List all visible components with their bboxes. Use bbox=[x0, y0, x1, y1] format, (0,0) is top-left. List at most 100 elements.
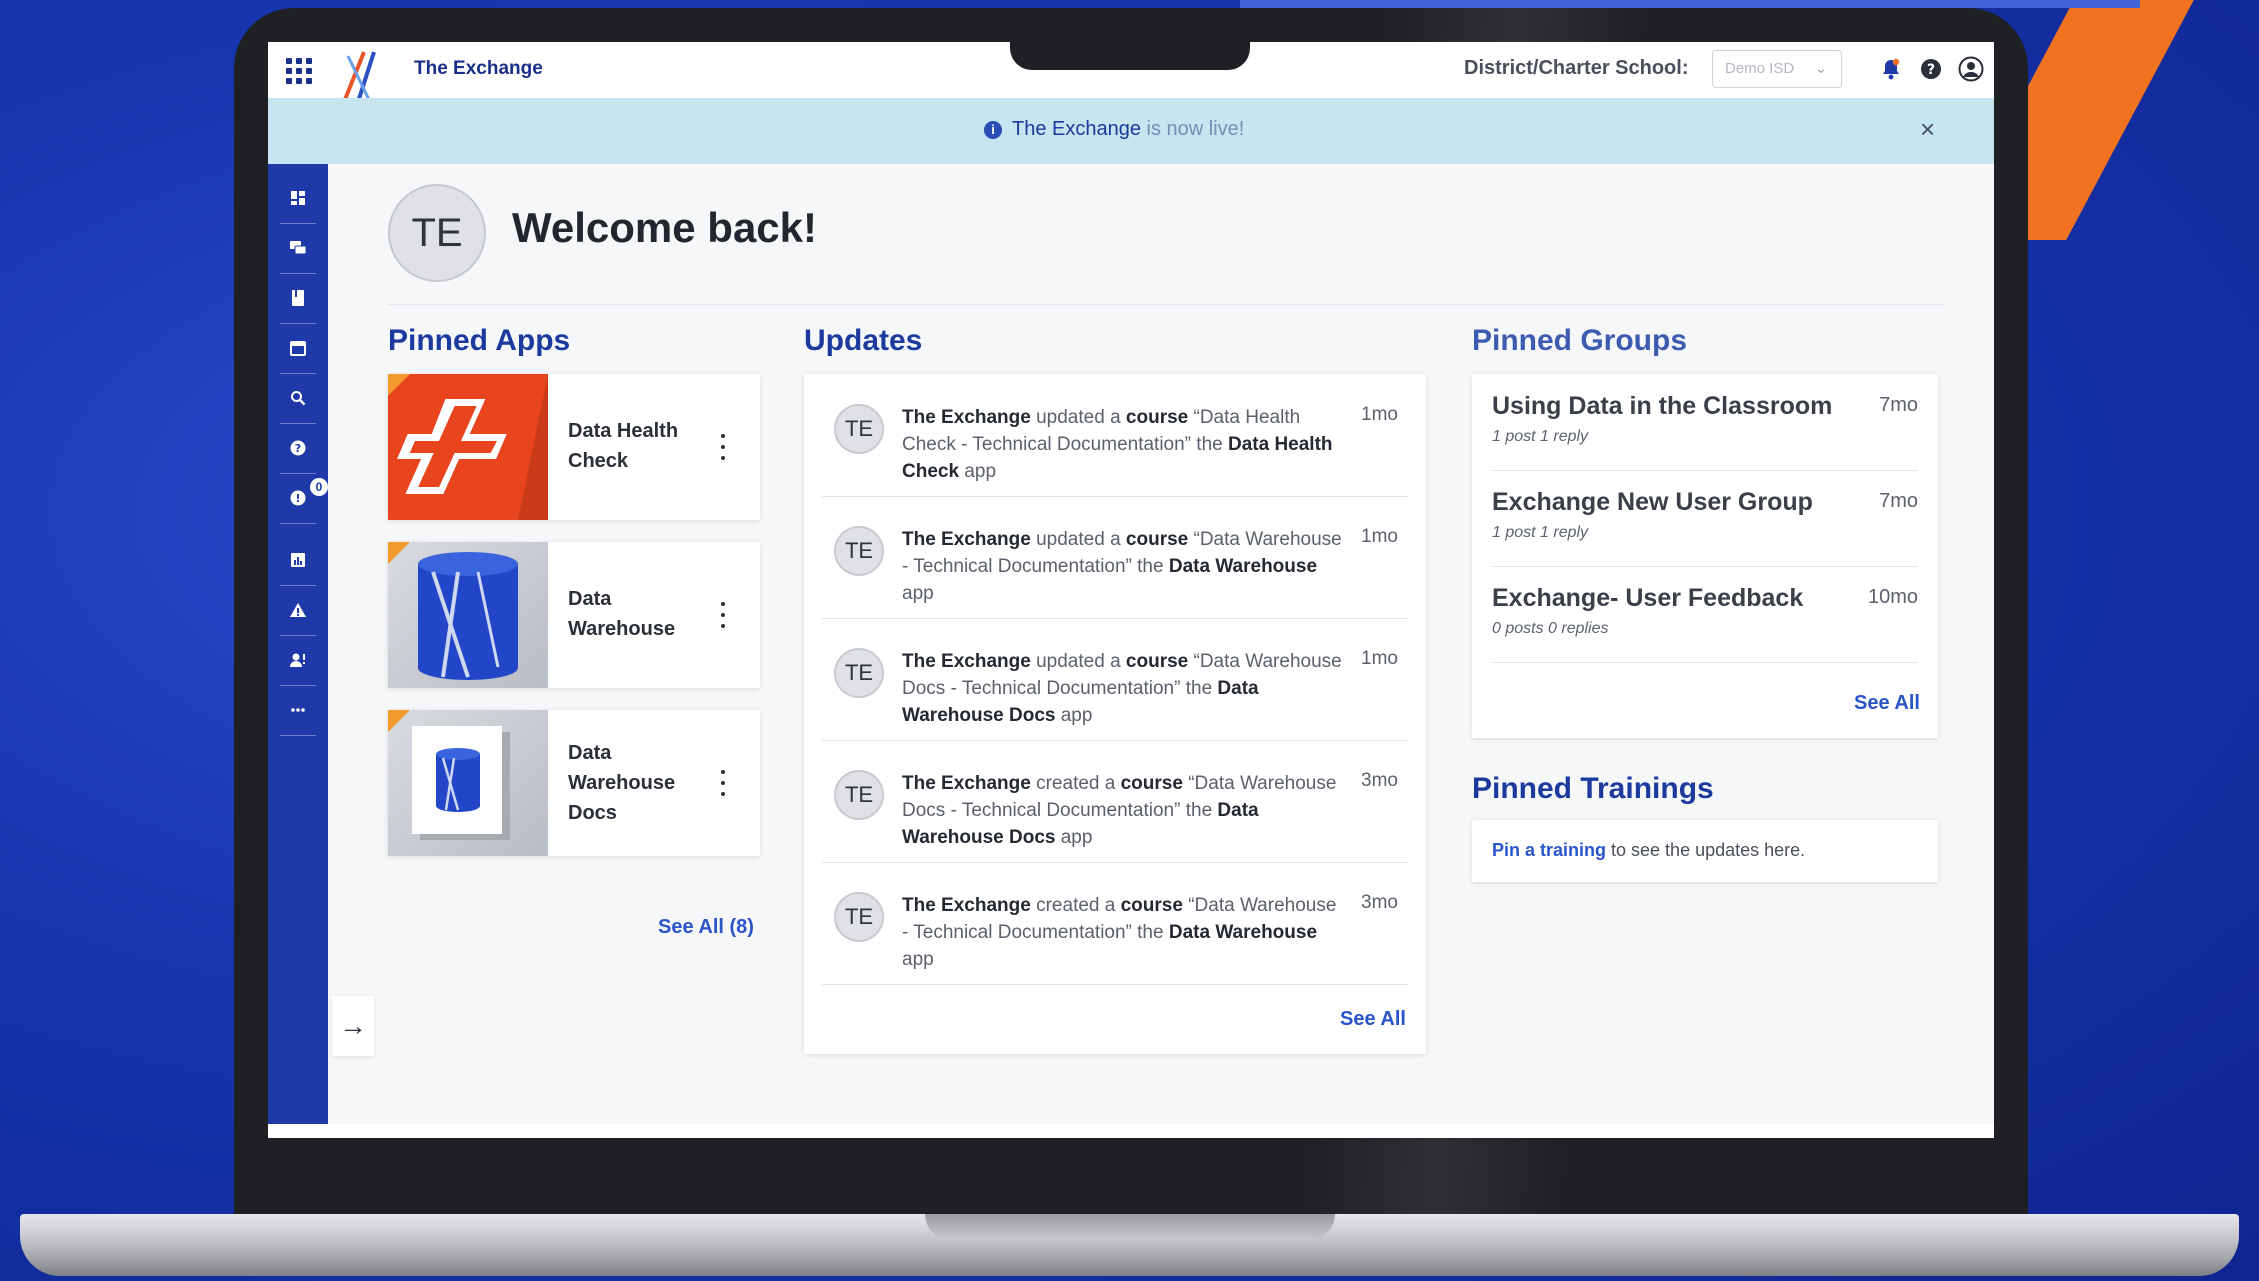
avatar[interactable]: TE bbox=[388, 184, 486, 282]
update-text: The Exchange updated a course “Data Ware… bbox=[902, 651, 1342, 726]
data-warehouse-docs-thumbnail bbox=[388, 710, 548, 856]
avatar: TE bbox=[834, 770, 884, 820]
close-icon[interactable]: × bbox=[1920, 114, 1935, 145]
app-title[interactable]: The Exchange bbox=[414, 58, 543, 80]
update-time: 1mo bbox=[1361, 526, 1398, 547]
district-select[interactable]: Demo ISD ⌄ bbox=[1712, 50, 1842, 88]
dashboard-icon[interactable] bbox=[280, 182, 316, 224]
group-item[interactable]: Exchange- User Feedback 0 posts 0 replie… bbox=[1492, 566, 1918, 663]
avatar: TE bbox=[834, 892, 884, 942]
pinned-apps-title: Pinned Apps bbox=[388, 324, 571, 357]
app-name-line: Data Health bbox=[568, 420, 679, 442]
chart-icon[interactable] bbox=[280, 544, 316, 586]
app-screen: The Exchange District/Charter School: De… bbox=[268, 42, 1994, 1138]
app-name-line: Check bbox=[568, 450, 629, 472]
district-select-value: Demo ISD bbox=[1725, 60, 1795, 77]
pinned-trainings-title: Pinned Trainings bbox=[1472, 772, 1714, 805]
more-options-icon[interactable] bbox=[718, 434, 728, 460]
update-text: The Exchange created a course “Data Ware… bbox=[902, 773, 1337, 848]
avatar: TE bbox=[834, 526, 884, 576]
help-circle-icon[interactable]: ? bbox=[280, 432, 316, 474]
bg-stripe-light bbox=[1240, 0, 2140, 8]
sidebar-nav: ? ! 0 bbox=[268, 164, 328, 1124]
chevron-down-icon: ⌄ bbox=[1815, 60, 1827, 76]
more-options-icon[interactable] bbox=[718, 602, 728, 628]
info-icon: i bbox=[984, 120, 1002, 139]
camera-notch bbox=[1010, 40, 1250, 70]
main-content: TE Welcome back! Pinned Apps Data Health… bbox=[328, 164, 1994, 1124]
svg-text:?: ? bbox=[295, 442, 301, 455]
help-icon[interactable]: ? bbox=[1918, 56, 1944, 82]
app-launcher-icon[interactable] bbox=[286, 58, 312, 84]
update-text: The Exchange updated a course “Data Ware… bbox=[902, 529, 1342, 604]
divider bbox=[388, 304, 1944, 305]
app-name-line: Warehouse bbox=[568, 772, 676, 794]
app-card-data-warehouse-docs[interactable]: Data Warehouse Docs bbox=[388, 710, 760, 856]
app-name-line: Data bbox=[568, 588, 612, 610]
update-item[interactable]: TE The Exchange updated a course “Data W… bbox=[822, 496, 1408, 619]
update-time: 3mo bbox=[1361, 770, 1398, 791]
group-name: Exchange- User Feedback bbox=[1492, 584, 1804, 612]
district-label: District/Charter School: bbox=[1464, 57, 1689, 79]
chat-icon[interactable] bbox=[280, 232, 316, 274]
group-meta: 0 posts 0 replies bbox=[1492, 620, 1609, 637]
updates-card: TE The Exchange updated a course “Data H… bbox=[804, 374, 1426, 1054]
account-icon[interactable] bbox=[1958, 56, 1984, 82]
update-text: The Exchange updated a course “Data Heal… bbox=[902, 407, 1333, 482]
update-time: 3mo bbox=[1361, 892, 1398, 913]
more-options-icon[interactable] bbox=[718, 770, 728, 796]
update-item[interactable]: TE The Exchange created a course “Data W… bbox=[822, 862, 1408, 985]
data-health-check-thumbnail bbox=[388, 374, 548, 520]
app-name-line: Docs bbox=[568, 802, 617, 824]
updates-title: Updates bbox=[804, 324, 923, 357]
announcement-banner: i The Exchange is now live! × bbox=[268, 98, 1994, 164]
update-time: 1mo bbox=[1361, 648, 1398, 669]
laptop-base bbox=[20, 1214, 2239, 1276]
pinned-groups-title: Pinned Groups bbox=[1472, 324, 1688, 357]
see-all-groups-link[interactable]: See All bbox=[1854, 692, 1920, 715]
update-item[interactable]: TE The Exchange updated a course “Data W… bbox=[822, 618, 1408, 741]
avatar: TE bbox=[834, 648, 884, 698]
page-title: Welcome back! bbox=[512, 204, 818, 251]
data-warehouse-thumbnail bbox=[388, 542, 548, 688]
user-alert-icon[interactable] bbox=[280, 644, 316, 686]
update-item[interactable]: TE The Exchange updated a course “Data H… bbox=[822, 374, 1408, 497]
banner-highlight[interactable]: The Exchange bbox=[1012, 118, 1141, 140]
see-all-updates-link[interactable]: See All bbox=[1340, 1008, 1406, 1031]
notification-badge: 0 bbox=[310, 478, 328, 496]
group-time: 7mo bbox=[1879, 490, 1918, 512]
more-icon[interactable] bbox=[280, 694, 316, 736]
group-item[interactable]: Using Data in the Classroom 1 post 1 rep… bbox=[1492, 374, 1918, 471]
update-item[interactable]: TE The Exchange created a course “Data W… bbox=[822, 740, 1408, 863]
see-all-apps-link[interactable]: See All (8) bbox=[658, 916, 754, 939]
group-meta: 1 post 1 reply bbox=[1492, 524, 1589, 541]
pin-training-link[interactable]: Pin a training bbox=[1492, 840, 1606, 860]
book-icon[interactable] bbox=[280, 282, 316, 324]
update-text: The Exchange created a course “Data Ware… bbox=[902, 895, 1337, 970]
svg-text:?: ? bbox=[1927, 62, 1935, 78]
alert-icon[interactable] bbox=[280, 594, 316, 636]
update-time: 1mo bbox=[1361, 404, 1398, 425]
group-time: 7mo bbox=[1879, 394, 1918, 416]
group-time: 10mo bbox=[1867, 586, 1918, 608]
group-item[interactable]: Exchange New User Group 1 post 1 reply 7… bbox=[1492, 470, 1918, 567]
exchange-logo bbox=[342, 51, 376, 103]
pinned-groups-card: Using Data in the Classroom 1 post 1 rep… bbox=[1472, 374, 1938, 738]
bell-icon[interactable] bbox=[1878, 56, 1904, 82]
notification-icon[interactable]: ! 0 bbox=[280, 478, 328, 524]
svg-text:!: ! bbox=[295, 492, 300, 505]
app-name-line: Data bbox=[568, 742, 612, 764]
search-icon[interactable] bbox=[280, 382, 316, 424]
app-card-data-health-check[interactable]: Data Health Check bbox=[388, 374, 760, 520]
expand-sidebar-icon[interactable]: → bbox=[332, 996, 374, 1056]
pin-training-text: to see the updates here. bbox=[1606, 840, 1806, 860]
app-name-line: Warehouse bbox=[568, 618, 676, 640]
banner-text: is now live! bbox=[1140, 118, 1245, 140]
calendar-icon[interactable] bbox=[280, 332, 316, 374]
avatar: TE bbox=[834, 404, 884, 454]
group-meta: 1 post 1 reply bbox=[1492, 428, 1589, 445]
group-name: Exchange New User Group bbox=[1492, 488, 1813, 516]
app-card-data-warehouse[interactable]: Data Warehouse bbox=[388, 542, 760, 688]
group-name: Using Data in the Classroom bbox=[1492, 392, 1833, 420]
pinned-trainings-card: Pin a training to see the updates here. bbox=[1472, 820, 1938, 882]
